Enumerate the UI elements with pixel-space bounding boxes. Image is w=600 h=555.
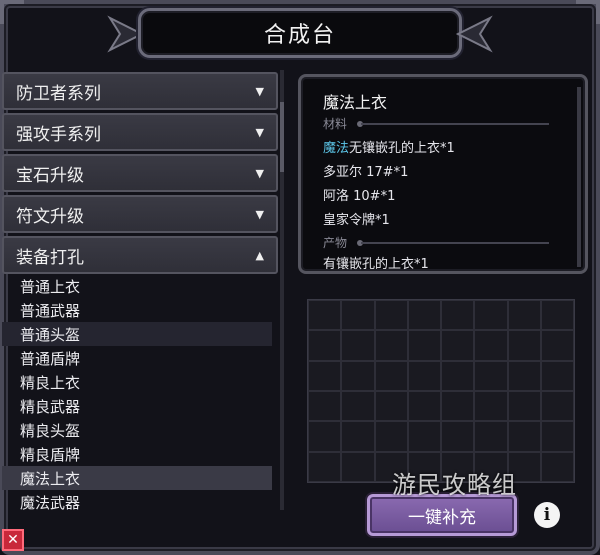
inventory-slot[interactable] (308, 421, 342, 452)
inventory-slot[interactable] (341, 451, 375, 482)
inventory-slot[interactable] (407, 300, 441, 331)
product-line: 有镶嵌孔的上衣*1 (323, 257, 429, 272)
inventory-slot[interactable] (441, 421, 475, 452)
materials-label: 材料 (323, 117, 348, 131)
list-item-selected[interactable]: 魔法上衣 (2, 466, 272, 490)
list-item[interactable]: 精良上衣 (2, 370, 272, 394)
inventory-slot[interactable] (540, 391, 574, 422)
inventory-slot[interactable] (308, 360, 342, 391)
inventory-slot[interactable] (540, 451, 574, 482)
category-scrollbar[interactable] (280, 70, 284, 510)
title-box: 合成台 (138, 8, 462, 58)
recipe-category-list: 防卫者系列 ▼ 强攻手系列 ▼ 宝石升级 ▼ 符文升级 ▼ 装备打孔 ▲ 普通上… (2, 70, 286, 510)
material-text: 皇家令牌*1 (323, 213, 390, 228)
list-item[interactable]: 精良盾牌 (2, 442, 272, 466)
inventory-slot[interactable] (308, 451, 342, 482)
inventory-slot[interactable] (341, 421, 375, 452)
inventory-slot[interactable] (441, 391, 475, 422)
inventory-slot[interactable] (407, 421, 441, 452)
inventory-slot[interactable] (341, 330, 375, 361)
inventory-slot[interactable] (441, 330, 475, 361)
category-label: 强攻手系列 (16, 124, 101, 145)
inventory-slot[interactable] (407, 391, 441, 422)
chevron-down-icon: ▼ (255, 207, 264, 221)
category-defender-series[interactable]: 防卫者系列 ▼ (2, 72, 278, 110)
chevron-up-icon: ▲ (255, 248, 264, 262)
chevron-down-icon: ▼ (255, 166, 264, 180)
divider (361, 242, 549, 244)
frame-corner-ornament (574, 0, 600, 26)
category-label: 符文升级 (16, 206, 84, 227)
category-label: 防卫者系列 (16, 83, 101, 104)
inventory-slot[interactable] (540, 330, 574, 361)
inventory-slot[interactable] (474, 300, 508, 331)
inventory-slot[interactable] (308, 330, 342, 361)
inventory-slot[interactable] (341, 360, 375, 391)
inventory-slot[interactable] (407, 330, 441, 361)
list-item[interactable]: 精良武器 (2, 394, 272, 418)
inventory-slot[interactable] (474, 330, 508, 361)
inventory-slot[interactable] (374, 330, 408, 361)
inventory-slot[interactable] (540, 360, 574, 391)
list-item[interactable]: 普通武器 (2, 298, 272, 322)
product-label: 产物 (323, 236, 348, 250)
inventory-slot[interactable] (407, 360, 441, 391)
category-gem-upgrade[interactable]: 宝石升级 ▼ (2, 154, 278, 192)
material-line: 魔法无镶嵌孔的上衣*1 (323, 137, 455, 156)
inventory-slot[interactable] (507, 330, 541, 361)
material-line: 多亚尔 17#*1 (323, 161, 408, 180)
material-line: 皇家令牌*1 (323, 209, 390, 228)
chevron-down-icon: ▼ (255, 125, 264, 139)
inventory-slot[interactable] (540, 421, 574, 452)
inventory-slot[interactable] (341, 391, 375, 422)
material-line: 阿洛 10#*1 (323, 185, 395, 204)
scrollbar-thumb[interactable] (280, 102, 284, 172)
recipe-scrollbar[interactable] (577, 87, 581, 267)
title-wing-ornament (456, 15, 493, 53)
inventory-slot[interactable] (474, 391, 508, 422)
inventory-slot[interactable] (374, 300, 408, 331)
inventory-slot[interactable] (507, 300, 541, 331)
list-item[interactable]: 魔法武器 (2, 490, 272, 511)
inventory-slot[interactable] (507, 421, 541, 452)
list-item[interactable]: 普通盾牌 (2, 346, 272, 370)
list-item[interactable]: 普通上衣 (2, 274, 272, 298)
material-text: 无镶嵌孔的上衣*1 (349, 141, 455, 156)
inventory-slot[interactable] (507, 391, 541, 422)
inventory-slot[interactable] (374, 360, 408, 391)
material-text: 阿洛 10#*1 (323, 189, 396, 204)
title-banner: 合成台 (107, 8, 493, 58)
inventory-slot[interactable] (341, 300, 375, 331)
inventory-slot[interactable] (507, 360, 541, 391)
category-equipment-socketing[interactable]: 装备打孔 ▲ (2, 236, 278, 274)
recipe-name: 魔法上衣 (323, 93, 388, 112)
divider (361, 123, 549, 125)
crafting-inventory-grid (307, 299, 575, 483)
recipe-detail-panel: 魔法上衣 材料 魔法无镶嵌孔的上衣*1 多亚尔 17#*1 阿洛 10#*1 皇… (298, 74, 588, 274)
chevron-down-icon: ▼ (255, 84, 264, 98)
category-rune-upgrade[interactable]: 符文升级 ▼ (2, 195, 278, 233)
watermark: 游民攻略组 (392, 471, 517, 499)
inventory-slot[interactable] (540, 300, 574, 331)
close-icon[interactable]: ✕ (2, 529, 24, 551)
inventory-slot[interactable] (308, 391, 342, 422)
window-title: 合成台 (263, 23, 336, 48)
info-icon[interactable]: i (534, 502, 560, 528)
inventory-slot[interactable] (374, 421, 408, 452)
inventory-slot[interactable] (308, 300, 342, 331)
inventory-slot[interactable] (474, 360, 508, 391)
material-highlight: 魔法 (323, 141, 350, 156)
inventory-slot[interactable] (441, 300, 475, 331)
inventory-slot[interactable] (474, 421, 508, 452)
category-label: 宝石升级 (16, 165, 84, 186)
list-item[interactable]: 精良头盔 (2, 418, 272, 442)
inventory-slot[interactable] (441, 360, 475, 391)
material-text: 多亚尔 17#*1 (323, 165, 409, 180)
frame-corner-ornament (0, 0, 26, 26)
auto-fill-button[interactable]: 一键补充 (367, 494, 517, 536)
category-striker-series[interactable]: 强攻手系列 ▼ (2, 113, 278, 151)
inventory-slot[interactable] (374, 391, 408, 422)
list-item[interactable]: 普通头盔 (2, 322, 272, 346)
category-label: 装备打孔 (16, 247, 84, 268)
